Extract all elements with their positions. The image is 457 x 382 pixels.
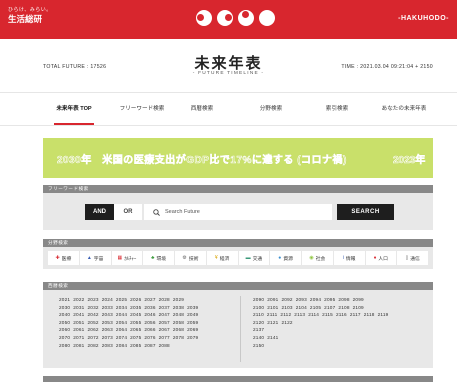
- category-icon: i: [342, 255, 344, 261]
- category-icon: ●: [278, 255, 282, 261]
- tab-my-future[interactable]: あなたの未来年表: [372, 93, 436, 125]
- logo-dot-icon: [217, 10, 233, 26]
- category-button[interactable]: ▯ 通信: [397, 251, 428, 265]
- category-label: 医療: [61, 256, 72, 262]
- brand-name: 生活総研: [8, 14, 43, 24]
- category-icon: ⚙: [182, 255, 187, 261]
- freeword-section-heading: フリーワード検索: [43, 185, 433, 193]
- category-button[interactable]: i 情報: [333, 251, 365, 265]
- category-label: 情報: [345, 256, 356, 262]
- category-button[interactable]: ▬ 交通: [238, 251, 270, 265]
- freeword-search-panel: AND OR SEARCH: [43, 193, 433, 230]
- category-label: 通信: [410, 256, 420, 262]
- current-time: TIME : 2021.03.04 09:21:04 + 2150: [341, 64, 433, 70]
- or-toggle-button[interactable]: OR: [114, 204, 142, 220]
- category-button[interactable]: ● 資源: [270, 251, 301, 265]
- category-panel: ✚ 医療 ▲ 宇宙 ▦ ｶﾙﾁｬｰ ♣ 環境 ⚙ 技術 ¥ 経済 ▬ 交通 ● 資源 ◉ 社会 i 情報 ♦ 人口 ▯ 通信: [43, 247, 433, 269]
- ticker-next-year: 2023年: [393, 155, 426, 167]
- top-bar: ひらけ、みらい。 生活総研 -HAKUHODO-: [0, 0, 457, 39]
- and-toggle-button[interactable]: AND: [85, 204, 114, 220]
- category-button[interactable]: ♦ 人口: [365, 251, 397, 265]
- category-label: ｶﾙﾁｬｰ: [124, 256, 137, 262]
- next-section-heading: [43, 376, 433, 382]
- year-search-panel: 2021 2022 2023 2024 2025 2026 2027 2028 …: [43, 290, 433, 368]
- tab-category-search[interactable]: 分野検索: [245, 93, 297, 125]
- year-divider: [240, 296, 241, 362]
- category-icon: ▲: [86, 255, 92, 261]
- category-button[interactable]: ▦ ｶﾙﾁｬｰ: [111, 251, 143, 265]
- category-label: 資源: [283, 256, 293, 262]
- category-label: 宇宙: [93, 256, 104, 262]
- future-ticker-banner[interactable]: 2030年 米国の医療支出がGDP比で17%に達する (コロナ禍) 2023年: [43, 138, 433, 178]
- tab-index-search[interactable]: 索引検索: [311, 93, 363, 125]
- category-label: 技術: [188, 256, 199, 262]
- category-button[interactable]: ⚙ 技術: [175, 251, 206, 265]
- search-button[interactable]: SEARCH: [337, 204, 394, 220]
- category-icon: ✚: [55, 255, 60, 261]
- category-label: 人口: [378, 256, 388, 262]
- main-nav: 未来年表 TOP フリーワード検索 西暦検索 分野検索 索引検索 あなたの未来年…: [0, 93, 457, 126]
- category-icon: ♦: [373, 255, 377, 261]
- search-input[interactable]: [165, 209, 325, 215]
- category-label: 社会: [315, 256, 326, 262]
- category-icon: ▯: [405, 255, 409, 261]
- category-label: 経済: [219, 256, 230, 262]
- site-logo-icon[interactable]: [196, 10, 275, 26]
- search-field[interactable]: [144, 204, 332, 220]
- category-icon: ¥: [214, 255, 218, 261]
- category-button[interactable]: ◉ 社会: [302, 251, 333, 265]
- tab-year-search[interactable]: 西暦検索: [176, 93, 228, 125]
- category-icon: ▦: [117, 255, 123, 261]
- category-icon: ◉: [309, 255, 314, 261]
- logo-dot-icon: [259, 10, 275, 26]
- category-label: 交通: [252, 256, 263, 262]
- page-header: TOTAL FUTURE : 17526 未来年表 - FUTURE TIMEL…: [0, 39, 457, 93]
- category-button[interactable]: ▲ 宇宙: [79, 251, 111, 265]
- page-subtitle: - FUTURE TIMELINE -: [192, 71, 265, 76]
- brand-logo[interactable]: ひらけ、みらい。 生活総研: [8, 8, 52, 24]
- category-list: ✚ 医療 ▲ 宇宙 ▦ ｶﾙﾁｬｰ ♣ 環境 ⚙ 技術 ¥ 経済 ▬ 交通 ● 資源 ◉ 社会 i 情報 ♦ 人口 ▯ 通信: [48, 251, 428, 265]
- category-button[interactable]: ♣ 環境: [143, 251, 174, 265]
- year-section-heading: 西暦検索: [43, 282, 433, 290]
- tab-freeword-search[interactable]: フリーワード検索: [110, 93, 174, 125]
- brand-tagline: ひらけ、みらい。: [8, 7, 52, 13]
- tab-top[interactable]: 未来年表 TOP: [48, 93, 100, 125]
- category-button[interactable]: ✚ 医療: [48, 251, 79, 265]
- category-icon: ▬: [245, 255, 251, 261]
- year-links-right[interactable]: 2090 2091 2092 2093 2094 2095 2098 2099 …: [253, 296, 389, 349]
- year-links-left[interactable]: 2021 2022 2023 2024 2025 2026 2027 2028 …: [59, 296, 198, 349]
- category-section-heading: 分野検索: [43, 239, 433, 247]
- logo-dot-icon: [238, 10, 254, 26]
- category-icon: ♣: [151, 255, 155, 261]
- ticker-text: 2030年 米国の医療支出がGDP比で17%に達する (コロナ禍): [57, 155, 347, 167]
- category-label: 環境: [156, 256, 167, 262]
- search-icon: [153, 208, 160, 216]
- category-button[interactable]: ¥ 経済: [206, 251, 238, 265]
- logo-dot-icon: [196, 10, 212, 26]
- hakuhodo-link[interactable]: -HAKUHODO-: [398, 15, 449, 22]
